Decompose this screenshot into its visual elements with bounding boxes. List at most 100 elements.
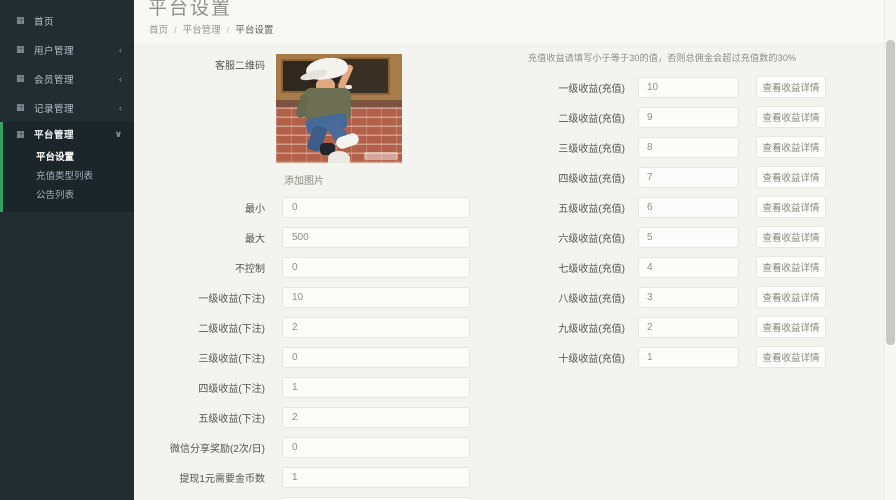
chevron-left-icon: ‹ (119, 44, 122, 55)
view-earnings-detail-button[interactable]: 查看收益详情 (756, 316, 826, 338)
grid-icon: ▦ (16, 44, 25, 54)
photo-white-cloth (328, 151, 350, 163)
no-control-input[interactable] (282, 257, 470, 278)
page-title: 平台设置 (148, 0, 233, 19)
sidebar-group-platform-management: ▦ 平台管理 ∨ 平台设置 充值类型列表 公告列表 (0, 122, 134, 212)
bet-level-5-input[interactable] (282, 407, 470, 428)
sidebar-item-label: 用户管理 (34, 45, 75, 57)
recharge-level-5-input[interactable] (638, 196, 739, 218)
form-row-recharge-level-10: 十级收益(充值) 查看收益详情 (530, 346, 826, 368)
form-row-bet-level-4: 四级收益(下注) (134, 377, 470, 398)
bet-level-3-input[interactable] (282, 347, 470, 368)
max-input[interactable] (282, 227, 470, 248)
recharge-level-1-input[interactable] (638, 76, 739, 98)
form-row-withdraw-coin-count: 提现1元需要金币数 (134, 467, 470, 488)
form-row-bet-level-1: 一级收益(下注) (134, 287, 470, 308)
view-earnings-detail-button[interactable]: 查看收益详情 (756, 76, 826, 98)
breadcrumb-home[interactable]: 首页 (149, 25, 168, 36)
recharge-level-8-input[interactable] (638, 286, 739, 308)
scrollbar-thumb[interactable] (886, 40, 895, 345)
bet-level-4-input[interactable] (282, 377, 470, 398)
sidebar: ▦ 首页 ▦ 用户管理 ‹ ▦ 会员管理 ‹ ▦ 记录管理 ‹ ▦ 平台管理 ∨ (0, 0, 134, 500)
breadcrumb-separator: / (226, 25, 230, 36)
sidebar-item-label: 平台管理 (34, 130, 75, 141)
sidebar-item-label: 会员管理 (34, 74, 75, 86)
recharge-level-3-input[interactable] (638, 136, 739, 158)
field-label: 微信分享奖励(2次/日) (170, 444, 265, 455)
sidebar-item-member-management[interactable]: ▦ 会员管理 ‹ (0, 64, 134, 93)
breadcrumb: 首页 / 平台管理 / 平台设置 (149, 22, 273, 36)
recharge-level-9-input[interactable] (638, 316, 739, 338)
grid-icon: ▦ (16, 15, 25, 25)
bet-level-1-input[interactable] (282, 287, 470, 308)
form-row-recharge-level-2: 二级收益(充值) 查看收益详情 (530, 106, 826, 128)
form-row-recharge-level-7: 七级收益(充值) 查看收益详情 (530, 256, 826, 278)
view-earnings-detail-button[interactable]: 查看收益详情 (756, 106, 826, 128)
form-row-recharge-level-6: 六级收益(充值) 查看收益详情 (530, 226, 826, 248)
scrollbar-track[interactable] (884, 0, 896, 500)
field-label: 提现1元需要金币数 (179, 474, 265, 485)
field-label: 最大 (245, 234, 265, 245)
breadcrumb-platform-management[interactable]: 平台管理 (183, 25, 221, 36)
right-form: 一级收益(充值) 查看收益详情 二级收益(充值) 查看收益详情 三级收益(充值)… (530, 76, 826, 376)
form-row-no-control: 不控制 (134, 257, 470, 278)
platform-settings-page: ▦ 首页 ▦ 用户管理 ‹ ▦ 会员管理 ‹ ▦ 记录管理 ‹ ▦ 平台管理 ∨ (0, 0, 896, 500)
photo-watermark (364, 152, 398, 160)
field-label: 七级收益(充值) (558, 263, 625, 275)
form-row-recharge-level-1: 一级收益(充值) 查看收益详情 (530, 76, 826, 98)
field-label: 五级收益(充值) (558, 203, 625, 215)
recharge-level-2-input[interactable] (638, 106, 739, 128)
view-earnings-detail-button[interactable]: 查看收益详情 (756, 256, 826, 278)
sidebar-subitem-announcement-list[interactable]: 公告列表 (3, 184, 134, 203)
withdraw-coin-count-input[interactable] (282, 467, 470, 488)
recharge-level-6-input[interactable] (638, 226, 739, 248)
view-earnings-detail-button[interactable]: 查看收益详情 (756, 166, 826, 188)
field-label: 二级收益(充值) (558, 113, 625, 125)
field-label: 一级收益(下注) (198, 294, 265, 305)
sidebar-item-user-management[interactable]: ▦ 用户管理 ‹ (0, 35, 134, 64)
view-earnings-detail-button[interactable]: 查看收益详情 (756, 346, 826, 368)
sidebar-subitem-label: 充值类型列表 (36, 170, 94, 182)
recharge-level-7-input[interactable] (638, 256, 739, 278)
field-label: 八级收益(充值) (558, 293, 625, 305)
customer-service-image[interactable] (276, 54, 402, 163)
add-image-link[interactable]: 添加图片 (284, 172, 324, 187)
view-earnings-detail-button[interactable]: 查看收益详情 (756, 196, 826, 218)
field-label: 六级收益(充值) (558, 233, 625, 245)
page-header: 平台设置 首页 / 平台管理 / 平台设置 (134, 0, 896, 43)
field-label: 二级收益(下注) (198, 324, 265, 335)
chevron-down-icon: ∨ (114, 128, 122, 139)
form-row-recharge-level-9: 九级收益(充值) 查看收益详情 (530, 316, 826, 338)
form-row-max: 最大 (134, 227, 470, 248)
sidebar-item-platform-management[interactable]: ▦ 平台管理 ∨ (3, 122, 134, 146)
sidebar-item-record-management[interactable]: ▦ 记录管理 ‹ (0, 93, 134, 122)
grid-icon: ▦ (16, 73, 25, 83)
recharge-level-10-input[interactable] (638, 346, 739, 368)
sidebar-item-label: 记录管理 (34, 103, 75, 115)
sidebar-subitem-platform-settings[interactable]: 平台设置 (3, 146, 134, 165)
field-label: 十级收益(充值) (558, 353, 625, 365)
form-row-recharge-level-4: 四级收益(充值) 查看收益详情 (530, 166, 826, 188)
view-earnings-detail-button[interactable]: 查看收益详情 (756, 226, 826, 248)
sidebar-item-label: 首页 (34, 16, 55, 28)
min-input[interactable] (282, 197, 470, 218)
sidebar-subitem-label: 公告列表 (36, 189, 75, 201)
field-label: 不控制 (235, 264, 265, 275)
view-earnings-detail-button[interactable]: 查看收益详情 (756, 286, 826, 308)
wechat-share-reward-input[interactable] (282, 437, 470, 458)
recharge-level-4-input[interactable] (638, 166, 739, 188)
left-form: 最小 最大 不控制 一级收益(下注) 二级收益(下注) 三级收益(下注) (134, 197, 470, 497)
form-row-bet-level-3: 三级收益(下注) (134, 347, 470, 368)
form-row-bet-level-5: 五级收益(下注) (134, 407, 470, 428)
form-row-bet-level-2: 二级收益(下注) (134, 317, 470, 338)
field-label: 五级收益(下注) (198, 414, 265, 425)
chevron-left-icon: ‹ (119, 102, 122, 113)
main-content: 平台设置 首页 / 平台管理 / 平台设置 客服二维码 添加图片 最小 0 最大… (134, 0, 896, 500)
sidebar-item-home[interactable]: ▦ 首页 (0, 6, 134, 35)
view-earnings-detail-button[interactable]: 查看收益详情 (756, 136, 826, 158)
field-label: 三级收益(充值) (558, 143, 625, 155)
bet-level-2-input[interactable] (282, 317, 470, 338)
sidebar-subitem-recharge-type-list[interactable]: 充值类型列表 (3, 165, 134, 184)
chevron-left-icon: ‹ (119, 73, 122, 84)
field-label: 最小 (245, 204, 265, 215)
